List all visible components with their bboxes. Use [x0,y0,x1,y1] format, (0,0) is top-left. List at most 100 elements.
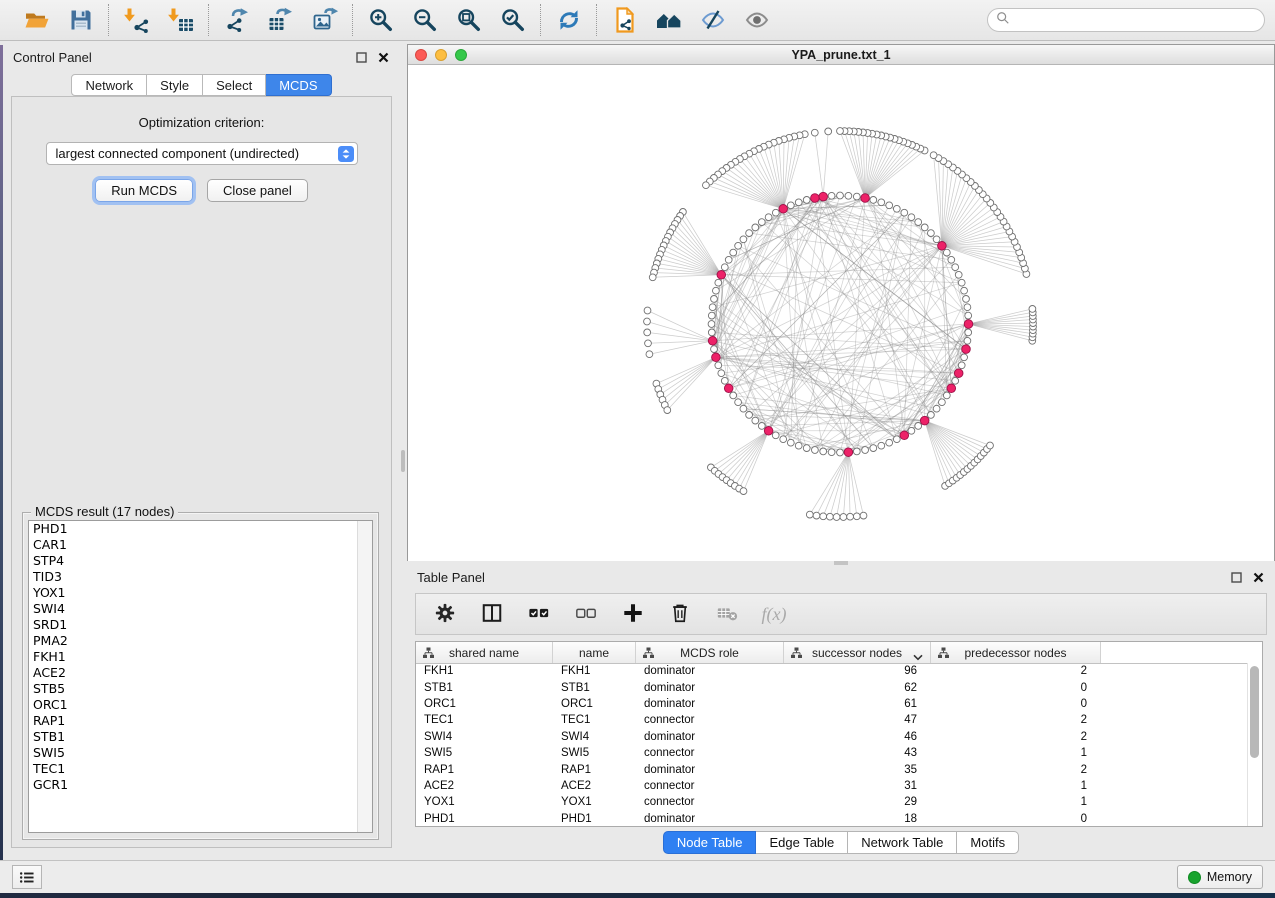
network-node[interactable] [921,224,928,231]
network-node[interactable] [730,392,737,399]
open-file-button[interactable] [23,6,51,34]
mcds-node[interactable] [811,194,820,203]
network-node[interactable] [795,442,802,449]
table-cell[interactable]: FKH1 [416,665,553,677]
network-node[interactable] [878,199,885,206]
mcds-node[interactable] [938,242,947,251]
table-cell[interactable]: TEC1 [553,714,636,726]
table-cell[interactable]: 0 [931,813,1101,825]
network-node[interactable] [765,214,772,221]
tab-motifs[interactable]: Motifs [957,831,1019,854]
network-node[interactable] [915,423,922,430]
table-cell[interactable]: 43 [784,747,931,759]
table-scrollbar-thumb[interactable] [1250,666,1259,758]
mcds-node[interactable] [779,205,788,214]
network-node[interactable] [828,192,835,199]
search-field[interactable] [987,8,1265,32]
mcds-node[interactable] [954,369,963,378]
network-node[interactable] [908,214,915,221]
table-cell[interactable]: ORC1 [416,698,553,710]
refresh-layout-button[interactable] [555,6,583,34]
network-node[interactable] [893,436,900,443]
table-cell[interactable]: dominator [636,764,784,776]
network-node[interactable] [845,192,852,199]
network-node[interactable] [961,287,968,294]
network-node[interactable] [787,439,794,446]
delete-columns-button[interactable] [667,601,693,627]
zoom-selected-button[interactable] [499,6,527,34]
network-node[interactable] [955,271,962,278]
mcds-node[interactable] [717,271,726,280]
tab-style[interactable]: Style [147,74,203,96]
close-panel-button[interactable]: Close panel [207,179,308,202]
table-cell[interactable]: PHD1 [553,813,636,825]
table-cell[interactable]: 29 [784,796,931,808]
network-node[interactable] [853,193,860,200]
network-node[interactable] [740,488,747,495]
mcds-result-item[interactable]: PHD1 [29,521,372,537]
table-cell[interactable]: 2 [931,714,1101,726]
network-node[interactable] [715,279,722,286]
network-node[interactable] [963,296,970,303]
network-node[interactable] [820,513,827,520]
network-node[interactable] [987,442,994,449]
table-cell[interactable]: ACE2 [553,780,636,792]
mcds-result-item[interactable]: ORC1 [29,697,372,713]
network-node[interactable] [758,219,765,226]
table-row[interactable]: ACE2ACE2connector311 [416,778,1248,794]
network-canvas[interactable] [408,65,1274,561]
table-cell[interactable]: 35 [784,764,931,776]
table-cell[interactable]: SWI4 [416,731,553,743]
network-node[interactable] [721,264,728,271]
task-history-button[interactable] [12,865,42,889]
column-header-successor-nodes[interactable]: successor nodes [784,642,931,663]
mcds-result-item[interactable]: RAP1 [29,713,372,729]
network-node[interactable] [965,312,972,319]
network-node[interactable] [811,129,818,136]
tab-network-table[interactable]: Network Table [848,831,957,854]
mcds-node[interactable] [724,384,733,393]
network-node[interactable] [860,512,867,519]
create-column-button[interactable] [620,601,646,627]
network-node[interactable] [943,249,950,256]
table-cell[interactable]: SWI5 [553,747,636,759]
network-node[interactable] [713,287,720,294]
network-node[interactable] [853,448,860,455]
network-node[interactable] [837,192,844,199]
table-cell[interactable]: STB1 [416,682,553,694]
network-node[interactable] [803,445,810,452]
table-cell[interactable]: dominator [636,813,784,825]
select-all-rows-button[interactable] [526,601,552,627]
table-cell[interactable]: 1 [931,796,1101,808]
network-node[interactable] [711,346,718,353]
float-table-panel-icon[interactable] [1230,571,1243,584]
table-row[interactable]: PHD1PHD1dominator180 [416,811,1248,826]
mcds-result-item[interactable]: STP4 [29,553,372,569]
network-node[interactable] [837,449,844,456]
mcds-result-item[interactable]: TID3 [29,569,372,585]
mcds-result-list[interactable]: PHD1CAR1STP4TID3YOX1SWI4SRD1PMA2FKH1ACE2… [28,520,373,833]
table-cell[interactable]: 96 [784,665,931,677]
network-node[interactable] [952,377,959,384]
column-header-MCDS-role[interactable]: MCDS role [636,642,784,663]
tab-node-table[interactable]: Node Table [663,831,757,854]
network-node[interactable] [708,312,715,319]
table-cell[interactable]: dominator [636,698,784,710]
network-node[interactable] [664,407,671,414]
table-cell[interactable]: dominator [636,665,784,677]
table-cell[interactable]: 0 [931,698,1101,710]
network-node[interactable] [933,236,940,243]
tab-mcds[interactable]: MCDS [266,74,331,96]
mcds-node[interactable] [947,384,956,393]
network-node[interactable] [827,513,834,520]
vertical-splitter-handle[interactable] [401,450,405,472]
network-node[interactable] [703,182,710,189]
network-node[interactable] [813,512,820,519]
network-node[interactable] [840,514,847,521]
network-node[interactable] [746,412,753,419]
network-node[interactable] [853,513,860,520]
network-node[interactable] [806,511,813,518]
table-cell[interactable]: ORC1 [553,698,636,710]
table-cell[interactable]: SWI5 [416,747,553,759]
network-node[interactable] [758,423,765,430]
